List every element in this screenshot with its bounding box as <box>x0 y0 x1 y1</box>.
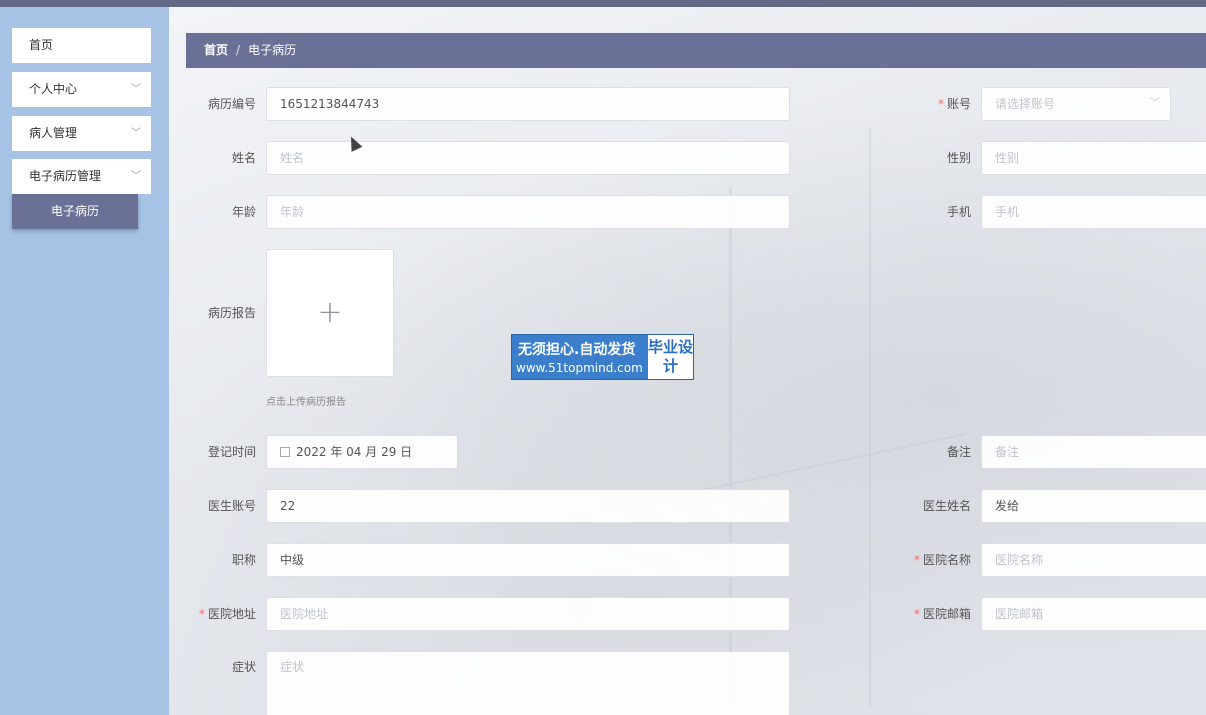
record-no-label: 病历编号 <box>207 97 256 111</box>
record-no-field[interactable]: 1651213844743 <box>266 87 790 121</box>
doctor-account-label: 医生账号 <box>207 499 256 513</box>
sidebar-item-emr-management[interactable]: 电子病历管理 ﹀ <box>12 159 151 194</box>
title-label: 职称 <box>231 553 256 567</box>
hospital-address-field[interactable]: 医院地址 <box>266 597 790 631</box>
sidebar-item-label: 个人中心 <box>29 82 78 96</box>
sidebar-item-label: 病人管理 <box>29 126 78 140</box>
phone-field[interactable]: 手机 <box>981 195 1206 229</box>
remark-field[interactable]: 备注 <box>981 435 1206 469</box>
name-label: 姓名 <box>231 151 256 165</box>
breadcrumb-separator: / <box>236 43 241 57</box>
sidebar-item-label: 首页 <box>29 38 54 52</box>
sidebar-item-personal-center[interactable]: 个人中心 ﹀ <box>12 72 151 107</box>
hospital-name-label: * 医院名称 <box>913 553 971 567</box>
account-select-placeholder: 请选择账号 <box>995 97 1056 111</box>
hospital-email-field[interactable]: 医院邮箱 <box>981 597 1206 631</box>
title-field[interactable]: 中级 <box>266 543 790 577</box>
report-upload[interactable]: + <box>266 249 394 377</box>
sidebar-subitem-label: 电子病历 <box>50 204 99 218</box>
name-field[interactable]: 姓名 <box>266 141 790 175</box>
watermark-right: 毕业设计 <box>648 335 693 379</box>
breadcrumb: 首页 / 电子病历 <box>186 33 1206 68</box>
hospital-email-label: * 医院邮箱 <box>913 607 971 621</box>
calendar-icon <box>280 447 290 457</box>
watermark-line2: www.51topmind.com <box>516 361 643 375</box>
upload-hint: 点击上传病历报告 <box>266 397 346 408</box>
account-select[interactable]: 请选择账号 ﹀ <box>981 87 1171 121</box>
age-label: 年龄 <box>231 205 256 219</box>
gender-label: 性别 <box>946 151 971 165</box>
plus-icon: + <box>317 295 343 330</box>
breadcrumb-current: 电子病历 <box>248 43 297 57</box>
account-label: * 账号 <box>937 97 971 111</box>
sidebar-item-home[interactable]: 首页 <box>12 28 151 63</box>
hospital-name-field[interactable]: 医院名称 <box>981 543 1206 577</box>
watermark-banner: 无须担心.自动发货 www.51topmind.com 毕业设计 <box>511 334 694 380</box>
doctor-account-field[interactable]: 22 <box>266 489 790 523</box>
phone-label: 手机 <box>946 205 971 219</box>
sidebar-item-label: 电子病历管理 <box>29 169 102 183</box>
doctor-name-field[interactable]: 发给 <box>981 489 1206 523</box>
chevron-down-icon: ﹀ <box>1150 98 1160 109</box>
breadcrumb-home[interactable]: 首页 <box>204 43 228 57</box>
chevron-down-icon: ﹀ <box>131 128 141 139</box>
report-label: 病历报告 <box>207 306 256 320</box>
top-bar <box>0 0 1206 7</box>
reg-time-value: 2022 年 04 月 29 日 <box>296 445 413 459</box>
sidebar: 首页 个人中心 ﹀ 病人管理 ﹀ 电子病历管理 ﹀ 电子病历 <box>0 7 169 715</box>
symptom-label: 症状 <box>231 660 256 674</box>
symptom-textarea[interactable]: 症状 <box>266 651 790 715</box>
chevron-down-icon: ﹀ <box>131 84 141 95</box>
gender-field[interactable]: 性别 <box>981 141 1206 175</box>
watermark-left: 无须担心.自动发货 www.51topmind.com <box>512 335 648 379</box>
sidebar-item-patient-management[interactable]: 病人管理 ﹀ <box>12 116 151 151</box>
sidebar-subitem-emr[interactable]: 电子病历 <box>12 194 138 229</box>
watermark-line1: 无须担心.自动发货 <box>518 342 636 358</box>
hospital-address-label: * 医院地址 <box>198 607 256 621</box>
reg-time-label: 登记时间 <box>207 445 256 459</box>
chevron-down-icon: ﹀ <box>131 171 141 182</box>
doctor-name-label: 医生姓名 <box>922 499 971 513</box>
reg-time-picker[interactable]: 2022 年 04 月 29 日 <box>266 435 458 469</box>
remark-label: 备注 <box>946 445 971 459</box>
age-field[interactable]: 年龄 <box>266 195 790 229</box>
